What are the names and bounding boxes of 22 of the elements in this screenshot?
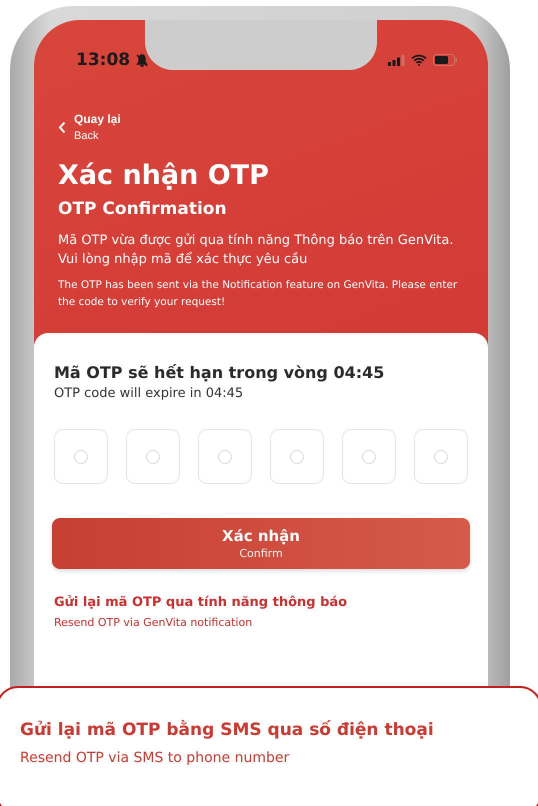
signal-icon	[388, 54, 405, 66]
otp-sent-message: Mã OTP vừa được gửi qua tính năng Thông báo trên GenVita. Vui lòng nhập mã để xác thực yêu cầu	[58, 232, 455, 269]
back-button[interactable]: Quay lại Back	[58, 112, 121, 142]
otp-digit-field[interactable]	[414, 429, 468, 484]
otp-digit-field[interactable]	[54, 429, 108, 484]
chevron-left-icon	[58, 120, 66, 134]
confirm-button[interactable]: Xác nhận Confirm	[52, 518, 470, 569]
otp-digit-field[interactable]	[270, 429, 324, 484]
page-subtitle: OTP Confirmation	[58, 199, 228, 219]
otp-digit-field[interactable]	[342, 429, 396, 484]
otp-digit-field[interactable]	[126, 429, 180, 484]
expiry-text-english: OTP code will expire in 04:45	[54, 386, 244, 401]
expiry-text: Mã OTP sẽ hết hạn trong vòng 04:45	[54, 363, 386, 382]
wifi-icon	[411, 54, 427, 66]
page-title: Xác nhận OTP	[58, 160, 270, 191]
status-time: 13:08	[76, 50, 130, 70]
resend-notification-link[interactable]: Gửi lại mã OTP qua tính năng thông báo Resend OTP via GenVita notification	[54, 595, 348, 629]
resend-sms-callout[interactable]: Gửi lại mã OTP bằng SMS qua số điện thoại Resend OTP via SMS to phone number	[0, 686, 538, 806]
bell-off-icon	[136, 54, 148, 66]
battery-icon	[433, 54, 458, 66]
otp-digit-field[interactable]	[198, 429, 252, 484]
otp-sent-message-english: The OTP has been sent via the Notification feature on GenVita. Please enter the code to verify your request!	[58, 278, 458, 310]
